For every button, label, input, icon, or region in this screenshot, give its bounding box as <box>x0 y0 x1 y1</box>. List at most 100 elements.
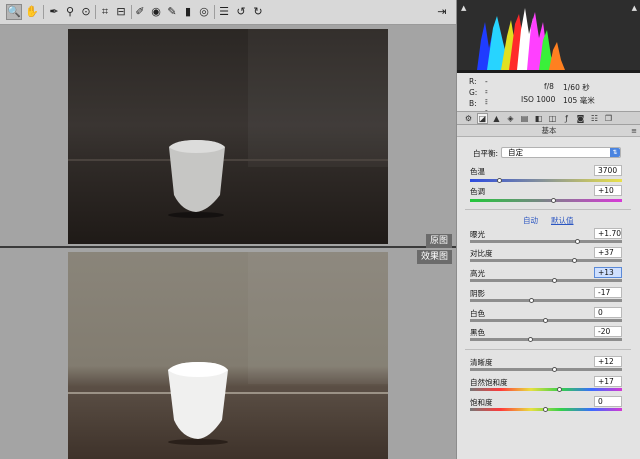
highlights-slider[interactable] <box>470 279 622 282</box>
hand-tool-icon[interactable]: ✋ <box>24 4 40 20</box>
exposure-input[interactable]: +1.70 <box>594 228 622 239</box>
contrast-input[interactable]: +37 <box>594 247 622 258</box>
highlights-thumb[interactable] <box>552 278 558 283</box>
toolbar: 🔍 ✋ ✒ ⚲ ⊙ ⌗ ⊟ ✐ ◉ ✎ ▮ ◎ ☰ ↺ ↻ ⇥ <box>0 0 456 25</box>
teacup-image <box>168 362 228 445</box>
adjustment-brush-tool-icon[interactable]: ✎ <box>164 4 180 20</box>
tint-slider[interactable] <box>470 199 622 202</box>
snapshots-tab-icon[interactable]: ❐ <box>603 113 614 124</box>
toolbar-separator <box>95 5 96 19</box>
rotate-left-icon[interactable]: ↺ <box>233 4 249 20</box>
iso-value: ISO 1000 <box>521 95 556 104</box>
fullscreen-toggle-icon[interactable]: ⇥ <box>434 4 450 20</box>
blacks-slider[interactable] <box>470 338 622 341</box>
section-title: 基本 <box>541 126 557 135</box>
pixel-readout: R:--- G:--- B:--- f/8 1/60 秒 ISO 1000 10… <box>457 73 640 126</box>
basic-tab-icon[interactable]: ◪ <box>477 113 488 124</box>
effects-tab-icon[interactable]: ƒ <box>561 113 572 124</box>
contrast-slider[interactable] <box>470 259 622 262</box>
zoom-tool-icon[interactable]: 🔍 <box>6 4 22 20</box>
saturation-thumb[interactable] <box>543 407 548 412</box>
r-label: R: <box>469 77 477 86</box>
red-eye-tool-icon[interactable]: ◉ <box>148 4 164 20</box>
g-label: G: <box>469 88 478 97</box>
section-divider <box>465 209 631 210</box>
vibrance-label: 自然饱和度 <box>470 378 508 387</box>
highlights-input[interactable]: +13 <box>594 267 622 278</box>
hsl-tab-icon[interactable]: ▤ <box>519 113 530 124</box>
color-sampler-tool-icon[interactable]: ⚲ <box>62 4 78 20</box>
detail-tab-icon[interactable]: ◈ <box>505 113 516 124</box>
before-view-label[interactable]: 原图 <box>425 234 452 248</box>
temperature-input[interactable]: 3700 <box>594 165 622 176</box>
tone-curve-tab-icon[interactable]: ▲ <box>491 113 502 124</box>
camera-raw-window: 🔍 ✋ ✒ ⚲ ⊙ ⌗ ⊟ ✐ ◉ ✎ ▮ ◎ ☰ ↺ ↻ ⇥ 原图 效果图 ▲… <box>0 0 640 459</box>
spot-removal-tool-icon[interactable]: ✐ <box>132 4 148 20</box>
exposure-label: 曝光 <box>470 230 485 239</box>
clarity-thumb[interactable] <box>552 367 558 372</box>
after-photo <box>68 252 388 459</box>
focal-length-value: 105 毫米 <box>563 96 595 105</box>
toolbar-separator <box>214 5 215 19</box>
shadows-label: 阴影 <box>470 289 485 298</box>
exposure-slider[interactable] <box>470 240 622 243</box>
contrast-label: 对比度 <box>470 249 493 258</box>
preview-divider <box>0 246 456 248</box>
before-photo <box>68 29 388 244</box>
tint-thumb[interactable] <box>550 198 556 203</box>
split-toning-tab-icon[interactable]: ◧ <box>533 113 544 124</box>
clarity-input[interactable]: +12 <box>594 356 622 367</box>
panel-tabs: ⚙ ◪ ▲ ◈ ▤ ◧ ◫ ƒ ◙ ☷ ❐ <box>457 111 640 125</box>
default-link[interactable]: 默认值 <box>551 215 574 226</box>
blacks-label: 黑色 <box>470 328 485 337</box>
preferences-tool-icon[interactable]: ☰ <box>216 4 232 20</box>
target-adjustment-tool-icon[interactable]: ⊙ <box>78 4 94 20</box>
histogram-settings-tab-icon[interactable]: ⚙ <box>463 113 474 124</box>
graduated-filter-tool-icon[interactable]: ▮ <box>180 4 196 20</box>
histogram: ▲ ▲ <box>457 0 640 73</box>
blacks-thumb[interactable] <box>527 337 533 342</box>
clarity-slider[interactable] <box>470 368 622 371</box>
exposure-thumb[interactable] <box>574 239 580 244</box>
whites-thumb[interactable] <box>543 318 548 323</box>
histogram-graph <box>457 8 640 73</box>
toolbar-separator <box>43 5 44 19</box>
highlights-label: 高光 <box>470 269 485 278</box>
section-divider <box>465 349 631 350</box>
tint-label: 色调 <box>470 187 485 196</box>
temperature-thumb[interactable] <box>497 178 503 183</box>
lens-corrections-tab-icon[interactable]: ◫ <box>547 113 558 124</box>
chevron-down-icon: ⇅ <box>610 148 620 157</box>
tint-input[interactable]: +10 <box>594 185 622 196</box>
crop-tool-icon[interactable]: ⌗ <box>97 4 113 20</box>
shadows-slider[interactable] <box>470 299 622 302</box>
shadow-clipping-warning-icon[interactable]: ▲ <box>461 4 466 12</box>
white-balance-label: 白平衡: <box>473 149 499 158</box>
after-view-label[interactable]: 效果图 <box>416 250 452 264</box>
adjustment-panel: ▲ ▲ R:--- G:--- B:--- f/8 1/60 秒 ISO 100… <box>456 0 640 459</box>
camera-calibration-tab-icon[interactable]: ◙ <box>575 113 586 124</box>
straighten-tool-icon[interactable]: ⊟ <box>113 4 129 20</box>
basic-section-header: 基本 ≡ <box>457 125 640 137</box>
highlight-clipping-warning-icon[interactable]: ▲ <box>632 4 637 12</box>
vibrance-thumb[interactable] <box>556 387 562 392</box>
b-label: B: <box>469 99 477 108</box>
clarity-label: 清晰度 <box>470 358 493 367</box>
shadows-input[interactable]: -17 <box>594 287 622 298</box>
white-balance-select[interactable]: 自定 ⇅ <box>501 147 621 158</box>
aperture-value: f/8 <box>544 82 554 91</box>
vibrance-input[interactable]: +17 <box>594 376 622 387</box>
contrast-thumb[interactable] <box>571 258 577 263</box>
auto-link[interactable]: 自动 <box>523 215 538 226</box>
saturation-input[interactable]: 0 <box>594 396 622 407</box>
shadows-thumb[interactable] <box>529 298 535 303</box>
rotate-right-icon[interactable]: ↻ <box>250 4 266 20</box>
vibrance-slider[interactable] <box>470 388 622 391</box>
white-balance-tool-icon[interactable]: ✒ <box>46 4 62 20</box>
whites-input[interactable]: 0 <box>594 307 622 318</box>
blacks-input[interactable]: -20 <box>594 326 622 337</box>
temperature-slider[interactable] <box>470 179 622 182</box>
presets-tab-icon[interactable]: ☷ <box>589 113 600 124</box>
section-menu-icon[interactable]: ≡ <box>631 125 637 137</box>
radial-filter-tool-icon[interactable]: ◎ <box>196 4 212 20</box>
